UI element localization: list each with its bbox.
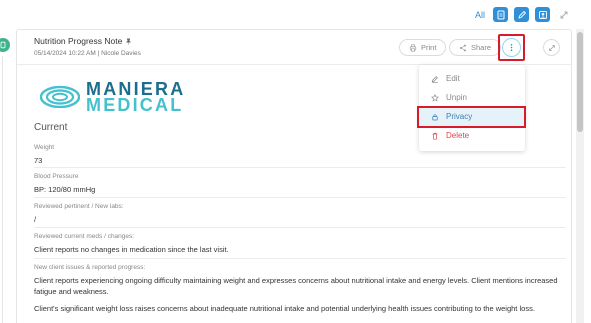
field-value: / — [34, 215, 37, 224]
logo-line-2: MEDICAL — [86, 95, 184, 115]
note-card: Nutrition Progress Note 05/14/2024 10:22… — [16, 29, 572, 323]
field-label: Blood Pressure — [34, 173, 79, 180]
menu-item-delete[interactable]: Delete — [419, 126, 525, 145]
field-label: Reviewed current meds / changes: — [34, 233, 135, 240]
note-title-row: Nutrition Progress Note — [34, 36, 132, 46]
print-label: Print — [421, 43, 437, 52]
collapse-icon — [560, 11, 567, 18]
field-value: Client reports experiencing ongoing diff… — [34, 276, 558, 296]
field-meds: Reviewed current meds / changes: Client … — [34, 227, 566, 258]
filter-bar: All — [475, 7, 571, 22]
menu-item-label: Edit — [446, 74, 460, 83]
print-button[interactable]: Print — [399, 39, 447, 56]
privacy-highlight — [417, 106, 526, 128]
filter-pencil-button[interactable] — [514, 7, 529, 22]
edit-icon — [431, 75, 438, 83]
scrollbar-thumb[interactable] — [577, 32, 583, 132]
expand-button[interactable] — [543, 39, 560, 56]
pin-icon — [431, 93, 439, 102]
timeline-divider — [2, 56, 3, 323]
more-button-highlight — [498, 34, 525, 61]
menu-item-label: Unpin — [446, 93, 467, 102]
field-labs: Reviewed pertinent / New labs: / — [34, 197, 566, 227]
note-type-icon — [0, 38, 10, 52]
pin-icon — [126, 37, 132, 45]
printer-icon — [409, 43, 417, 52]
collapse-button[interactable] — [556, 7, 571, 22]
field-client-issues: New client issues & reported progress: C… — [34, 258, 566, 302]
document-icon — [497, 10, 504, 19]
note-paragraph: Client's significant weight loss raises … — [34, 304, 535, 313]
note-fields: Weight 73 Blood Pressure BP: 120/80 mmHg… — [34, 140, 566, 313]
note-meta: 05/14/2024 10:22 AM | Nicole Davies — [34, 50, 141, 57]
logo-wordmark: MANIERA MEDICAL — [86, 80, 185, 114]
share-icon — [460, 44, 466, 51]
filter-user-button[interactable] — [535, 7, 550, 22]
field-value: Client reports no changes in medication … — [34, 245, 229, 254]
filter-document-button[interactable] — [493, 7, 508, 22]
share-label: Share — [471, 43, 492, 52]
note-title: Nutrition Progress Note — [34, 36, 123, 46]
menu-item-edit[interactable]: Edit — [419, 69, 525, 88]
filter-all-link[interactable]: All — [475, 10, 485, 20]
field-value: 73 — [34, 156, 43, 165]
pencil-icon — [517, 10, 526, 19]
expand-icon — [548, 44, 555, 51]
field-label: Reviewed pertinent / New labs: — [34, 203, 124, 210]
user-icon — [538, 10, 547, 19]
menu-item-unpin[interactable]: Unpin — [419, 88, 525, 107]
company-logo: MANIERA MEDICAL — [40, 80, 185, 114]
share-button[interactable]: Share — [449, 39, 502, 56]
section-title: Current — [34, 122, 68, 133]
field-label: New client issues & reported progress: — [34, 264, 146, 271]
menu-item-label: Delete — [446, 131, 470, 140]
field-blood-pressure: Blood Pressure BP: 120/80 mmHg — [34, 167, 566, 197]
logo-mark-icon — [40, 86, 80, 108]
field-value: BP: 120/80 mmHg — [34, 185, 96, 194]
note-header: Nutrition Progress Note 05/14/2024 10:22… — [17, 30, 571, 65]
trash-icon — [432, 132, 438, 140]
